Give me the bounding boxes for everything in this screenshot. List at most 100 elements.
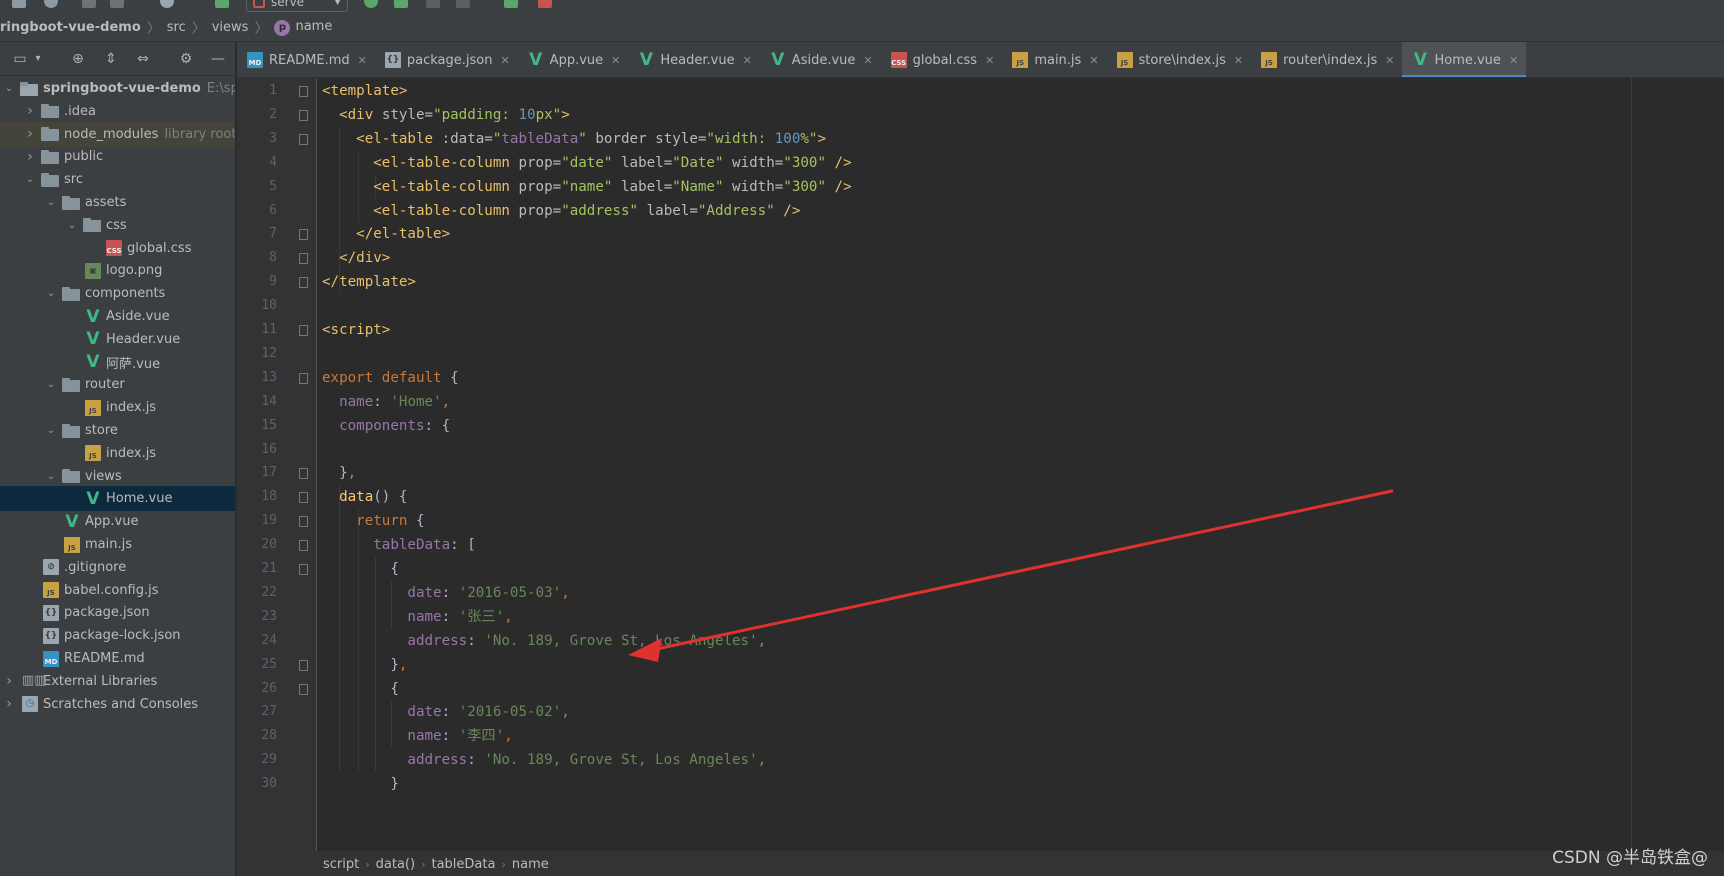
close-icon[interactable]: ✕: [1385, 54, 1394, 67]
tree-item[interactable]: ›{}package.json: [0, 600, 235, 625]
tree-item[interactable]: › ▥▥ External Libraries: [0, 669, 235, 694]
tree-item[interactable]: ›⊘.gitignore: [0, 555, 235, 580]
tree-item[interactable]: › .idea: [0, 99, 235, 124]
fold-toggle-icon[interactable]: [299, 86, 308, 97]
save-icon[interactable]: [12, 0, 26, 8]
nav-crumb-src[interactable]: src: [161, 20, 192, 35]
code-line[interactable]: },: [322, 460, 356, 486]
code-line[interactable]: {: [322, 676, 399, 702]
code-line[interactable]: data() {: [322, 484, 407, 510]
code-line[interactable]: tableData: [: [322, 532, 476, 558]
fold-toggle-icon[interactable]: [299, 325, 308, 336]
tree-item[interactable]: ⌄ springboot-vue-demo E:\sp: [0, 76, 235, 101]
tree-item[interactable]: ⌄ views: [0, 464, 235, 489]
editor-tab[interactable]: V App.vue ✕: [518, 42, 629, 77]
code-line[interactable]: </el-table>: [322, 221, 450, 247]
close-icon[interactable]: ✕: [611, 54, 620, 67]
tree-item[interactable]: ›▣logo.png: [0, 258, 235, 283]
close-icon[interactable]: ✕: [743, 54, 752, 67]
tree-item[interactable]: ›VApp.vue: [0, 509, 235, 534]
fold-toggle-icon[interactable]: [299, 133, 308, 145]
editor-tab[interactable]: JS main.js ✕: [1002, 42, 1106, 77]
tree-item[interactable]: ›JSindex.js: [0, 441, 235, 466]
tree-item[interactable]: ⌄ assets: [0, 190, 235, 215]
run-config-select[interactable]: serve ▼: [246, 0, 348, 12]
locate-icon[interactable]: ⊕: [70, 51, 86, 67]
code-line[interactable]: <el-table-column prop="name" label="Name…: [322, 174, 851, 200]
chevron-down-icon[interactable]: ⌄: [2, 83, 16, 94]
chevron-down-icon[interactable]: ⌄: [65, 220, 79, 231]
chevron-down-icon[interactable]: ⌄: [44, 379, 58, 390]
close-icon[interactable]: ✕: [1509, 54, 1518, 67]
code-line[interactable]: components: {: [322, 413, 450, 439]
code-line[interactable]: name: 'Home',: [322, 389, 450, 415]
close-icon[interactable]: ✕: [1089, 54, 1098, 67]
fold-toggle-icon[interactable]: [299, 516, 308, 528]
editor-tab[interactable]: V Header.vue ✕: [628, 42, 759, 77]
project-view-icon[interactable]: ▭: [12, 51, 28, 67]
tree-item[interactable]: ⌄ store: [0, 418, 235, 443]
update-icon[interactable]: [504, 0, 518, 8]
chevron-down-icon[interactable]: ⌄: [44, 425, 58, 436]
fold-toggle-icon[interactable]: [299, 683, 308, 695]
fold-toggle-icon[interactable]: [299, 372, 308, 384]
chevron-right-icon[interactable]: ›: [2, 696, 16, 712]
build-icon[interactable]: [215, 0, 229, 8]
editor-tab[interactable]: V Aside.vue ✕: [760, 42, 881, 77]
coverage-icon[interactable]: [426, 0, 440, 8]
editor-tab[interactable]: JS store\index.js ✕: [1107, 42, 1252, 77]
code-line[interactable]: </div>: [322, 245, 390, 271]
fold-toggle-icon[interactable]: [299, 468, 308, 480]
code-line[interactable]: date: '2016-05-02',: [322, 699, 569, 725]
code-line[interactable]: address: 'No. 189, Grove St, Los Angeles…: [322, 747, 766, 773]
close-icon[interactable]: ✕: [500, 54, 509, 67]
fold-toggle-icon[interactable]: [299, 492, 308, 504]
editor-tab[interactable]: JS router\index.js ✕: [1251, 42, 1402, 77]
tree-item[interactable]: ›VHeader.vue: [0, 327, 235, 352]
code-line[interactable]: <script>: [322, 317, 390, 343]
chevron-down-icon[interactable]: ⌄: [23, 174, 37, 185]
editor-gutter[interactable]: 1 2 3 4 5 6 7 8 9 10 11 12 13 14 15 16 17 18 19 20 21 22 23 24 2…: [237, 78, 317, 851]
code-line[interactable]: <el-table :data="tableData" border style…: [322, 126, 826, 152]
chevron-down-icon[interactable]: ▾: [30, 51, 46, 67]
fold-toggle-icon[interactable]: [299, 564, 308, 575]
code-line[interactable]: export default {: [322, 365, 459, 391]
breadcrumb-script[interactable]: script: [317, 857, 365, 872]
sync-icon[interactable]: [44, 0, 58, 8]
tree-item[interactable]: ⌄ src: [0, 167, 235, 192]
editor-tab[interactable]: V Home.vue ✕: [1402, 42, 1527, 77]
chevron-right-icon[interactable]: ›: [23, 103, 37, 119]
tree-item[interactable]: ›V阿萨.vue: [0, 350, 235, 375]
tree-item[interactable]: › public: [0, 144, 235, 169]
code-line[interactable]: <div style="padding: 10px">: [322, 102, 570, 128]
minimize-icon[interactable]: —: [210, 51, 226, 67]
close-icon[interactable]: ✕: [985, 54, 994, 67]
tree-item[interactable]: ›CSSglobal.css: [0, 236, 235, 261]
chevron-down-icon[interactable]: ⌄: [44, 288, 58, 299]
fold-toggle-icon[interactable]: [299, 277, 308, 289]
tree-item[interactable]: ›JSindex.js: [0, 395, 235, 420]
collapse-all-icon[interactable]: ⇔: [135, 51, 151, 67]
close-icon[interactable]: ✕: [1234, 54, 1243, 67]
tree-item[interactable]: ›JSmain.js: [0, 532, 235, 557]
chevron-right-icon[interactable]: ›: [23, 126, 37, 142]
profile-icon[interactable]: [456, 0, 470, 8]
code-area[interactable]: <template> <div style="padding: 10px"> <…: [317, 78, 1617, 851]
breadcrumb-data[interactable]: data(): [370, 857, 421, 872]
nav-crumb-project[interactable]: ringboot-vue-demo: [0, 20, 147, 35]
tree-item[interactable]: ⌄ router: [0, 372, 235, 397]
fold-toggle-icon[interactable]: [299, 229, 308, 241]
fold-toggle-icon[interactable]: [299, 540, 308, 552]
code-line[interactable]: <el-table-column prop="address" label="A…: [322, 198, 800, 224]
tree-item[interactable]: ⌄ css: [0, 213, 235, 238]
tree-item[interactable]: ›JSbabel.config.js: [0, 578, 235, 603]
code-line[interactable]: address: 'No. 189, Grove St, Los Angeles…: [322, 628, 766, 654]
tree-item[interactable]: › node_modules library root: [0, 121, 235, 147]
editor-tab[interactable]: CSS global.css ✕: [881, 42, 1003, 77]
nav-crumb-name[interactable]: p name: [268, 19, 338, 36]
chevron-right-icon[interactable]: ›: [2, 673, 16, 689]
code-line[interactable]: <el-table-column prop="date" label="Date…: [322, 150, 851, 176]
code-line[interactable]: {: [322, 556, 399, 582]
nav-crumb-views[interactable]: views: [206, 20, 255, 35]
code-line[interactable]: <template>: [322, 78, 407, 104]
